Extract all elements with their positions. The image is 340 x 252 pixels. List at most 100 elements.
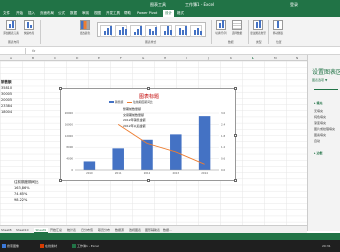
- legend-label: 销售额: [114, 100, 124, 104]
- pane-option[interactable]: 无填充: [314, 109, 323, 113]
- quick-layout-button[interactable]: 快速布局: [24, 20, 34, 35]
- chart-area[interactable]: 0 0.0 4000 0.6 8000 1.2 12000 1.8 16000 2.4 20000 3…: [59, 87, 237, 182]
- pane-option[interactable]: 图案填充: [314, 133, 326, 137]
- resize-handle[interactable]: [59, 179, 62, 182]
- pane-option[interactable]: 渐变填充: [314, 121, 326, 125]
- y-tick-label: 4000: [66, 157, 73, 161]
- column-header[interactable]: M: [274, 56, 277, 60]
- cell[interactable]: 74.65%: [14, 192, 27, 196]
- resize-handle[interactable]: [59, 87, 62, 90]
- y2-tick-label: 1.8: [221, 134, 225, 138]
- sheet-tab[interactable]: 职员分布: [98, 228, 110, 232]
- chart-bar: [83, 161, 96, 170]
- change-colors-button[interactable]: 更改颜色: [80, 20, 90, 35]
- sheet-tab[interactable]: 数据源: [115, 228, 124, 232]
- pane-options-dropdown[interactable]: 图表选项 ▼: [312, 78, 327, 82]
- add-chart-element-button[interactable]: 添加图表元素: [3, 20, 19, 35]
- taskbar-item-excel[interactable]: 工作簿1 - Excel: [72, 243, 99, 248]
- formula-bar: fx: [0, 47, 340, 55]
- taskbar-item[interactable]: 搜索图像: [2, 243, 19, 248]
- chart-styles-gallery[interactable]: [97, 22, 206, 37]
- chart-style-5[interactable]: [160, 24, 172, 37]
- sheet-tab[interactable]: Sheet8: [1, 228, 12, 232]
- sheet-tab[interactable]: 图形辅助表: [145, 228, 160, 232]
- chart-style-6[interactable]: [175, 24, 187, 37]
- resize-handle[interactable]: [234, 87, 237, 90]
- cell[interactable]: 163,86%: [14, 186, 30, 190]
- chart-style-4[interactable]: [145, 24, 157, 37]
- y2-tick-label: 3.0: [221, 111, 225, 115]
- tab-insert[interactable]: 插入: [28, 11, 35, 16]
- chart-style-3[interactable]: [130, 24, 142, 37]
- cell[interactable]: 18004: [1, 110, 12, 114]
- pane-section-border[interactable]: ▸ 边框: [314, 151, 323, 155]
- pane-option-tabs[interactable]: [314, 85, 338, 90]
- y-tick-label: 12000: [65, 134, 74, 138]
- column-header[interactable]: D: [76, 56, 78, 60]
- switch-row-column-button[interactable]: 切换行/列: [215, 20, 227, 35]
- chart-style-2[interactable]: [115, 24, 127, 37]
- chart-legend[interactable]: 销售额 往前期度期间比: [109, 100, 181, 105]
- taskbar-item[interactable]: 在线素材: [40, 243, 57, 248]
- pane-option[interactable]: 纯色填充: [314, 115, 326, 119]
- column-header[interactable]: C: [54, 56, 56, 60]
- cell[interactable]: 23384: [1, 104, 12, 108]
- column-header[interactable]: G: [142, 56, 144, 60]
- tab-design[interactable]: 设计: [163, 10, 174, 17]
- tab-help[interactable]: 帮助: [124, 11, 131, 16]
- y2-tick-label: 2.4: [221, 122, 225, 126]
- chart-data-table: 整期前数量额 交易期前数量额 2012年销售金额 2012年以后金额: [123, 107, 146, 129]
- column-header[interactable]: F: [120, 56, 122, 60]
- cell[interactable]: 98.22%: [14, 198, 27, 202]
- cell[interactable]: 30005: [1, 92, 12, 96]
- resize-handle[interactable]: [234, 179, 237, 182]
- chart-title[interactable]: 图表标题: [61, 93, 237, 100]
- select-data-button[interactable]: 选择数据: [232, 20, 242, 35]
- column-header[interactable]: L: [252, 56, 254, 60]
- column-header[interactable]: H: [164, 56, 166, 60]
- chart-style-1[interactable]: [100, 24, 112, 37]
- name-box[interactable]: [0, 48, 26, 54]
- sign-in-link[interactable]: 登录: [290, 2, 298, 8]
- resize-handle[interactable]: [147, 179, 150, 182]
- column-header[interactable]: B: [32, 56, 34, 60]
- resize-handle[interactable]: [234, 134, 237, 137]
- tab-developer[interactable]: 开发工具: [106, 11, 120, 16]
- tab-format[interactable]: 格式: [177, 11, 184, 16]
- tab-data[interactable]: 数据: [70, 11, 77, 16]
- column-header[interactable]: A: [10, 56, 12, 60]
- tab-home[interactable]: 开始: [16, 11, 23, 16]
- sheet-tab[interactable]: 日分布值: [81, 228, 93, 232]
- tab-page-layout[interactable]: 页面布局: [40, 11, 54, 16]
- sheet-tab-active[interactable]: Sheet9: [34, 227, 48, 233]
- cell[interactable]: 35810: [1, 86, 12, 90]
- tab-file[interactable]: 文件: [3, 11, 10, 16]
- cell[interactable]: 往前期度期间比: [14, 180, 39, 185]
- move-chart-button[interactable]: 移动图表: [273, 20, 283, 35]
- column-header[interactable]: J: [208, 56, 209, 60]
- pane-section-fill[interactable]: ▸ 填充: [314, 101, 323, 105]
- sheet-tab[interactable]: 透视图表: [129, 228, 141, 232]
- column-header[interactable]: E: [98, 56, 100, 60]
- sheet-tab[interactable]: 开始汇总: [50, 228, 62, 232]
- tab-view[interactable]: 视图: [94, 11, 101, 16]
- sheet-tab[interactable]: 数据...: [163, 228, 172, 232]
- fx-icon[interactable]: fx: [32, 49, 35, 53]
- chart-style-7[interactable]: [190, 24, 202, 37]
- tab-power-pivot[interactable]: Power Pivot: [137, 11, 157, 15]
- excel-icon: [72, 243, 76, 248]
- tab-review[interactable]: 审阅: [82, 11, 89, 16]
- sheet-tab[interactable]: 统计表: [67, 228, 76, 232]
- cell[interactable]: 20005: [1, 98, 12, 102]
- tab-formulas[interactable]: 公式: [58, 11, 65, 16]
- resize-handle[interactable]: [147, 87, 150, 90]
- column-header[interactable]: N: [296, 56, 298, 60]
- pane-option[interactable]: 图片或纹理填充: [314, 127, 335, 131]
- sheet-tab[interactable]: Sheet10: [16, 228, 29, 232]
- change-chart-type-button[interactable]: 更改图表类型: [250, 20, 266, 35]
- pane-option[interactable]: 自动: [314, 139, 320, 143]
- cell[interactable]: 销售额: [1, 80, 12, 85]
- column-header[interactable]: I: [186, 56, 187, 60]
- column-header[interactable]: K: [230, 56, 232, 60]
- chart-bar: [112, 148, 124, 170]
